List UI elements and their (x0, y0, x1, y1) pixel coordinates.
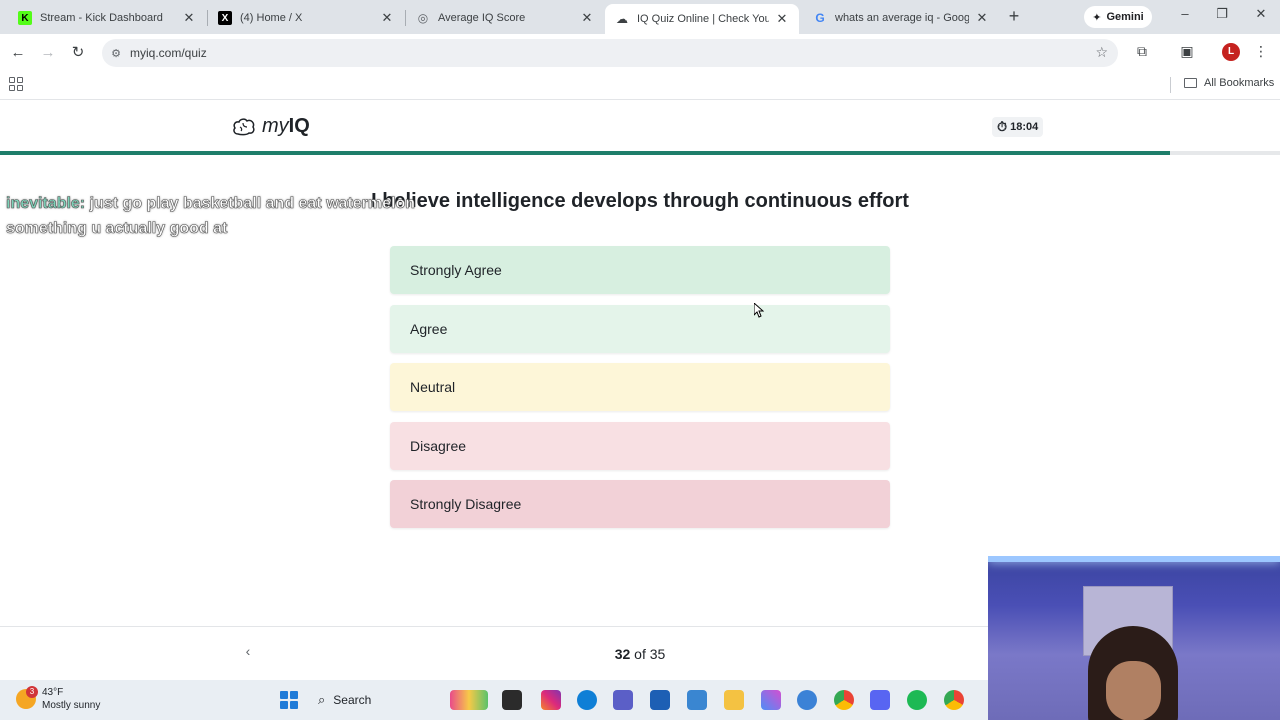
search-icon: ⌕ (318, 692, 326, 707)
close-icon[interactable]: ✕ (975, 10, 989, 26)
folder-icon (1184, 78, 1197, 88)
apps-grid-icon[interactable] (9, 77, 23, 91)
all-bookmarks-button[interactable]: All Bookmarks (1184, 77, 1274, 89)
quiz-timer: ⏱ 18:04 (992, 117, 1044, 137)
site-settings-icon[interactable]: ⚙ (102, 47, 130, 60)
new-tab-button[interactable]: + (1004, 6, 1024, 28)
back-arrow-icon[interactable]: ← (6, 41, 30, 65)
tab-iq-quiz-online[interactable]: ☁ IQ Quiz Online | Check Your IQ ✕ (605, 4, 799, 34)
weather-widget[interactable]: 3 43°F Mostly sunny (16, 686, 100, 712)
streamer-face (1106, 661, 1161, 720)
windows-taskbar: 3 43°F Mostly sunny ⌕ Search (0, 680, 988, 720)
myiq-logo[interactable]: my IQ (232, 115, 310, 138)
tab-title: Average IQ Score (438, 12, 526, 24)
answer-agree[interactable]: Agree (390, 304, 890, 353)
brain-icon (233, 117, 255, 135)
restore-button[interactable]: ❐ (1203, 6, 1241, 28)
globe-icon: ◎ (417, 11, 429, 25)
current-question-number: 32 (614, 646, 631, 662)
stream-chat-overlay: inevitable: just go play basketball and … (6, 191, 466, 241)
close-window-button[interactable]: ✕ (1242, 6, 1280, 28)
gemini-label: Gemini (1106, 11, 1144, 23)
terminal-icon[interactable] (502, 690, 522, 710)
answer-disagree[interactable]: Disagree (390, 421, 890, 470)
weather-badge: 3 (26, 686, 38, 698)
close-icon[interactable]: ✕ (380, 10, 394, 26)
tab-title: Stream - Kick Dashboard (40, 12, 163, 24)
tulips-widget-icon[interactable] (450, 690, 488, 710)
bookmarks-divider (1170, 77, 1171, 93)
webcam-overlay (988, 556, 1280, 720)
chrome-profile-icon[interactable] (944, 690, 964, 710)
gemini-sparkle-icon: ✦ (1092, 11, 1102, 24)
address-bar[interactable]: ⚙ myiq.com/quiz ☆ (102, 39, 1118, 67)
myiq-icon: ☁ (616, 12, 628, 26)
tab-search-icon[interactable]: ▣ (1176, 43, 1198, 63)
url-text[interactable]: myiq.com/quiz (130, 46, 207, 60)
taskbar-search[interactable]: ⌕ Search (312, 687, 442, 713)
gemini-button[interactable]: ✦ Gemini (1084, 6, 1152, 28)
spotify-icon[interactable] (907, 690, 927, 710)
x-icon: X (218, 11, 232, 25)
file-explorer-icon[interactable] (724, 690, 744, 710)
mouse-cursor-icon (754, 303, 764, 318)
reload-icon[interactable]: ↻ (66, 41, 90, 65)
total-questions: 35 (649, 646, 666, 662)
extensions-icon[interactable]: ⧉ (1131, 43, 1153, 63)
more-menu-icon[interactable]: ⋮ (1250, 43, 1272, 63)
tab-title: IQ Quiz Online | Check Your IQ (637, 13, 769, 25)
answer-neutral[interactable]: Neutral (390, 363, 890, 411)
answer-options: Strongly Agree Agree Neutral Disagree St… (390, 246, 890, 539)
stopwatch-icon: ⏱ (997, 119, 1008, 134)
minimize-button[interactable]: – (1166, 6, 1204, 28)
counter-of: of (634, 646, 646, 662)
edge-icon[interactable] (577, 690, 597, 710)
site-header: my IQ ⏱ 18:04 (0, 100, 1280, 152)
weather-condition: Mostly sunny (42, 700, 101, 711)
windows-start-icon[interactable] (280, 691, 298, 709)
answer-strongly-agree[interactable]: Strongly Agree (390, 246, 890, 294)
weather-sun-icon: 3 (16, 686, 38, 709)
tab-kick-dashboard[interactable]: K Stream - Kick Dashboard ✕ (8, 4, 206, 32)
led-strip (988, 556, 1280, 562)
tab-x-home[interactable]: X (4) Home / X ✕ (208, 4, 404, 32)
quiz-progress-fill (0, 151, 1170, 155)
tab-average-iq-score[interactable]: ◎ Average IQ Score ✕ (406, 4, 604, 32)
timer-value: 18:04 (1010, 121, 1039, 133)
tab-google-search[interactable]: G whats an average iq - Google S ✕ (803, 4, 999, 32)
logo-iq: IQ (288, 115, 310, 137)
close-icon[interactable]: ✕ (775, 11, 789, 27)
tab-title: whats an average iq - Google S (835, 12, 969, 24)
copilot-icon[interactable] (761, 690, 781, 710)
remote-desktop-icon[interactable] (687, 690, 707, 710)
store-icon[interactable] (650, 690, 670, 710)
messenger-icon[interactable] (797, 690, 817, 710)
browser-toolbar: ← → ↻ ⚙ myiq.com/quiz ☆ ⧉ ▣ L ⋮ (0, 34, 1280, 72)
taskbar-search-label: Search (333, 693, 372, 707)
discord-icon[interactable] (870, 690, 890, 710)
tab-title: (4) Home / X (240, 12, 303, 24)
bookmarks-bar: All Bookmarks (0, 72, 1280, 100)
kick-icon: K (18, 11, 32, 25)
close-icon[interactable]: ✕ (580, 10, 594, 26)
profile-avatar[interactable]: L (1222, 43, 1240, 61)
teams-icon[interactable] (613, 690, 633, 710)
quiz-progress-bar (0, 151, 1280, 155)
bookmark-star-icon[interactable]: ☆ (1095, 44, 1108, 61)
logo-my: my (262, 115, 289, 137)
instagram-icon[interactable] (541, 690, 561, 710)
browser-tab-strip: K Stream - Kick Dashboard ✕ X (4) Home /… (0, 0, 1280, 34)
all-bookmarks-label: All Bookmarks (1204, 77, 1275, 89)
weather-temperature: 43°F (42, 687, 64, 698)
answer-strongly-disagree[interactable]: Strongly Disagree (390, 480, 890, 528)
forward-arrow-icon[interactable]: → (36, 41, 60, 65)
chrome-icon[interactable] (834, 690, 854, 710)
close-icon[interactable]: ✕ (182, 10, 196, 26)
chat-username: inevitable: (6, 195, 86, 213)
google-icon: G (815, 11, 825, 25)
